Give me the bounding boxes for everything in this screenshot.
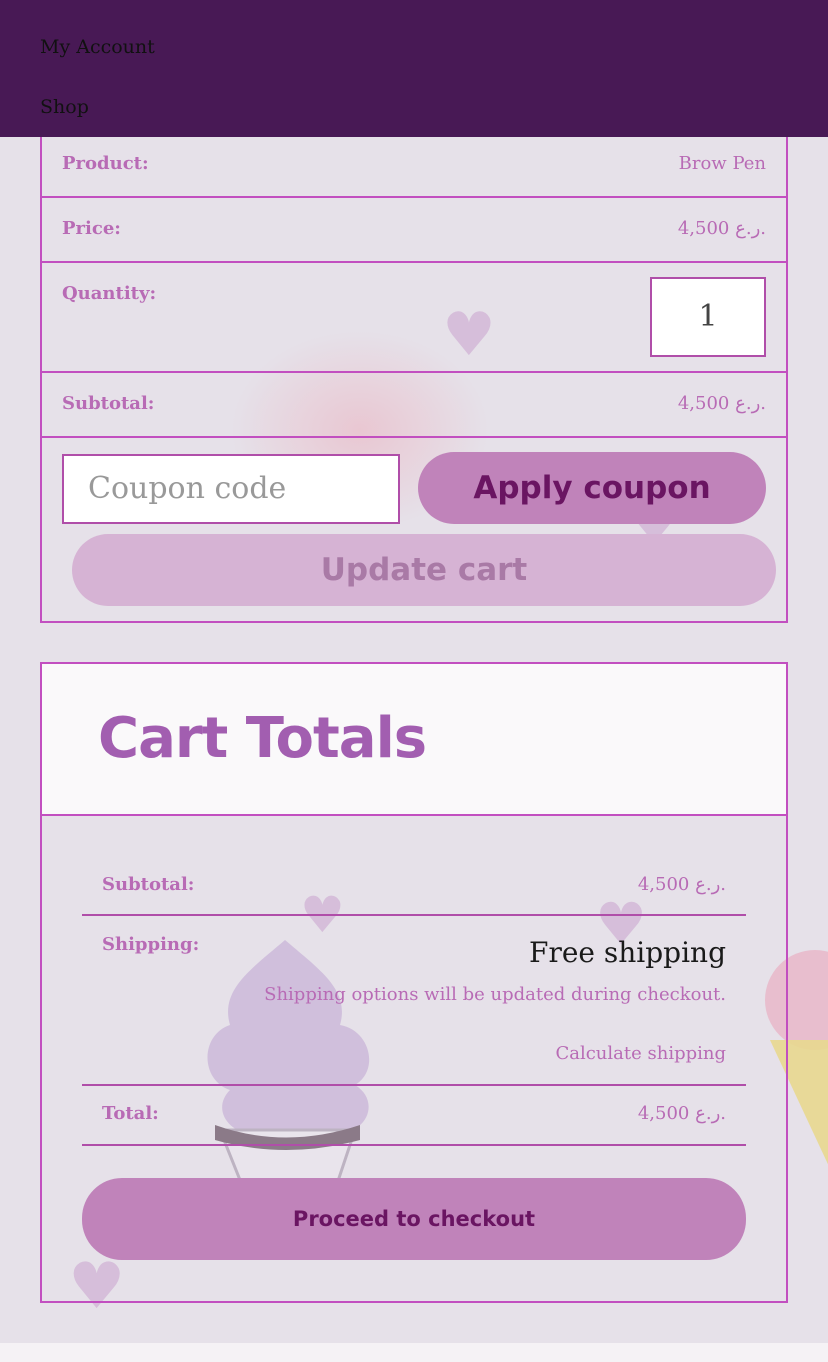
subtotal-value: 4,500 ر.ع. [677,393,766,414]
totals-subtotal-value: 4,500 ر.ع. [637,874,726,895]
total-label: Total: [102,1103,159,1124]
shipping-label: Shipping: [102,934,200,955]
cart-row-product: Product: Brow Pen [42,137,786,198]
proceed-to-checkout-button[interactable]: Proceed to checkout [82,1178,746,1260]
totals-row-subtotal: Subtotal: 4,500 ر.ع. [82,816,746,916]
nav-my-account[interactable]: My Account [40,36,155,58]
top-navigation: My Account Shop [0,0,828,137]
product-link[interactable]: Brow Pen [679,153,766,174]
quantity-label: Quantity: [62,283,157,304]
totals-row-total: Total: 4,500 ر.ع. [82,1086,746,1146]
apply-coupon-button[interactable]: Apply coupon [418,452,766,524]
quantity-input[interactable]: 1 [650,277,766,357]
footer-strip [0,1343,828,1362]
totals-subtotal-label: Subtotal: [102,874,195,895]
cart-row-subtotal: Subtotal: 4,500 ر.ع. [42,373,786,438]
cart-table: Product: Brow Pen Price: 4,500 ر.ع. Quan… [40,137,788,623]
price-value: 4,500 ر.ع. [677,218,766,239]
coupon-code-input[interactable]: Coupon code [62,454,400,524]
cart-actions: Coupon code Apply coupon Update cart [42,438,786,621]
calculate-shipping-link[interactable]: Calculate shipping [555,1043,726,1064]
subtotal-label: Subtotal: [62,393,155,414]
totals-row-shipping: Shipping: Free shipping Shipping options… [82,916,746,1086]
cart-totals: Cart Totals Subtotal: 4,500 ر.ع. Shippin… [40,662,788,1303]
update-cart-button[interactable]: Update cart [72,534,776,606]
cart-row-price: Price: 4,500 ر.ع. [42,198,786,263]
product-label: Product: [62,153,149,174]
cart-row-quantity: Quantity: 1 [42,263,786,373]
nav-shop[interactable]: Shop [40,96,89,118]
price-label: Price: [62,218,121,239]
total-value: 4,500 ر.ع. [637,1103,726,1124]
cart-totals-header: Cart Totals [42,664,786,816]
shipping-note: Shipping options will be updated during … [264,984,726,1005]
cart-totals-title: Cart Totals [98,706,427,771]
shipping-method: Free shipping [529,936,726,969]
